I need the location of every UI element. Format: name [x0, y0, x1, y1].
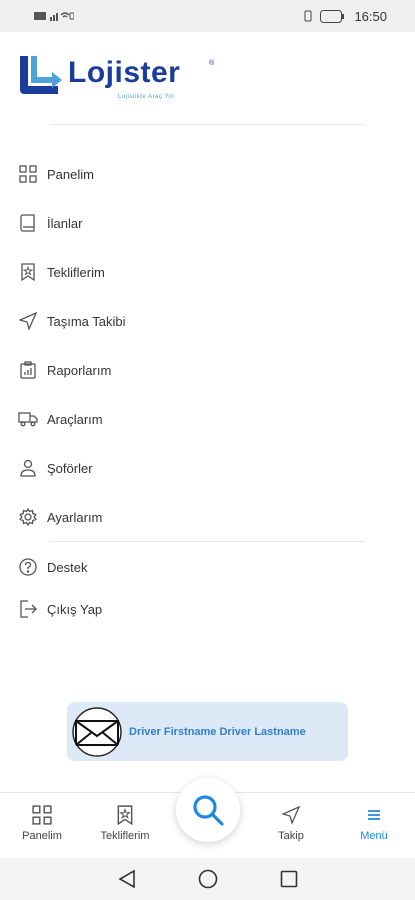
logout-icon: [18, 599, 38, 619]
nav-item-label: Menü: [360, 830, 388, 842]
search-icon: [193, 795, 224, 826]
nav-item-label: Tekliflerim: [100, 830, 150, 842]
menu-item-label: Taşıma Takibi: [47, 313, 126, 329]
back-button[interactable]: [117, 869, 136, 889]
nav-item-menu[interactable]: Menü: [339, 805, 409, 842]
vibrate-icon: [304, 10, 312, 22]
navigation-arrow-icon: [18, 311, 38, 331]
profile-card[interactable]: Driver Firstname Driver Lastname: [67, 702, 348, 761]
book-icon: [18, 213, 38, 233]
menu-item-label: Raporlarım: [47, 362, 112, 378]
menu-item-label: Tekliflerim: [47, 264, 105, 280]
menu-item-label: Çıkış Yap: [47, 601, 103, 617]
status-time: 16:50: [354, 8, 387, 24]
status-bar: 16:50: [0, 0, 415, 32]
menu-item-ilanlar[interactable]: İlanlar: [18, 208, 358, 238]
help-circle-icon: [18, 557, 38, 577]
logo-tagline: Lojistikte Araç Yol: [118, 94, 175, 100]
divider: [50, 124, 363, 125]
menu-item-araclarim[interactable]: Araçlarım: [18, 404, 358, 434]
bookmark-star-icon: [117, 805, 133, 825]
recents-button[interactable]: [280, 870, 298, 888]
menu-item-label: Panelim: [47, 166, 94, 182]
menu-item-label: Şoförler: [47, 460, 93, 476]
menu-item-panelim[interactable]: Panelim: [18, 159, 358, 189]
menu-item-destek[interactable]: Destek: [18, 552, 358, 582]
dashboard-grid-icon: [32, 805, 52, 825]
navigation-arrow-icon: [282, 805, 300, 825]
home-button[interactable]: [198, 869, 218, 889]
menu-item-tasima-takibi[interactable]: Taşıma Takibi: [18, 306, 358, 336]
menu-item-label: Destek: [47, 559, 88, 575]
avatar: [72, 706, 122, 757]
menu-item-raporlarim[interactable]: Raporlarım: [18, 355, 358, 385]
bookmark-star-icon: [18, 262, 38, 282]
battery-icon: [320, 9, 345, 23]
logo-name: Lojister: [68, 56, 181, 89]
divider: [50, 541, 365, 542]
menu-lines-icon: [368, 810, 380, 820]
envelope-icon: [72, 706, 122, 757]
logo-mark-icon: [20, 56, 62, 94]
clipboard-chart-icon: [18, 360, 38, 380]
home-circle-icon: [198, 869, 217, 889]
nav-item-label: Takip: [278, 830, 304, 842]
menu-item-tekliflerim[interactable]: Tekliflerim: [18, 257, 358, 287]
system-navigation-bar: [0, 858, 415, 900]
nav-item-tekliflerim[interactable]: Tekliflerim: [90, 805, 160, 842]
nav-item-label: Panelim: [22, 830, 62, 842]
menu-item-soforler[interactable]: Şoförler: [18, 453, 358, 483]
user-icon: [18, 458, 38, 478]
menu-item-label: Araçlarım: [47, 411, 103, 427]
truck-icon: [18, 409, 38, 429]
dashboard-grid-icon: [18, 164, 38, 184]
wifi-icon: [34, 12, 74, 21]
nav-item-panelim[interactable]: Panelim: [7, 805, 77, 842]
menu-item-label: Ayarlarım: [47, 509, 103, 525]
menu-item-cikis-yap[interactable]: Çıkış Yap: [18, 594, 358, 624]
search-button[interactable]: [176, 778, 240, 842]
lojister-logo: Lojister ® Lojistikte Araç Yol: [18, 50, 238, 104]
recents-square-icon: [280, 870, 297, 888]
menu-item-ayarlarim[interactable]: Ayarlarım: [18, 502, 358, 532]
registered-mark: ®: [209, 60, 215, 67]
gear-icon: [18, 507, 38, 527]
nav-item-takip[interactable]: Takip: [256, 805, 326, 842]
profile-name: Driver Firstname Driver Lastname: [129, 725, 306, 738]
back-triangle-icon: [117, 869, 135, 889]
menu-item-label: İlanlar: [47, 215, 83, 231]
